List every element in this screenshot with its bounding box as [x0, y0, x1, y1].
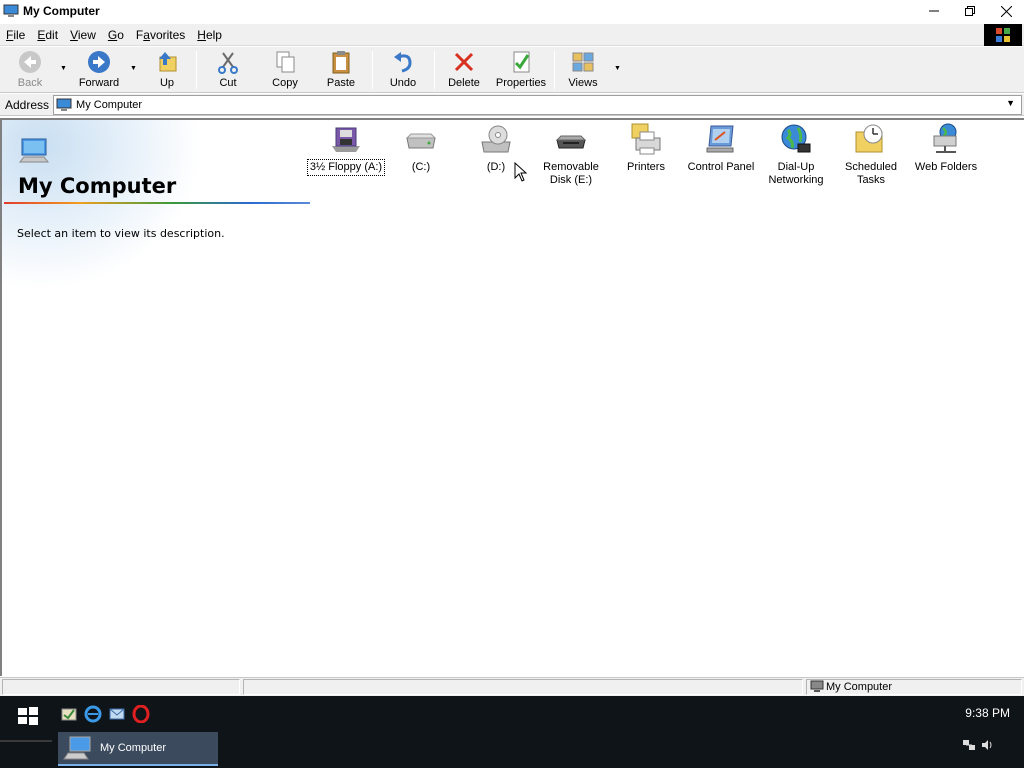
address-label: Address — [5, 97, 50, 112]
back-button[interactable]: Back — [12, 49, 48, 91]
web-view-pane: My Computer Select an item to view its d… — [2, 120, 312, 676]
clipboard-icon — [332, 51, 350, 74]
back-arrow-icon — [19, 51, 41, 73]
item-scheduled-tasks[interactable]: Scheduled Tasks — [832, 122, 910, 188]
copy-icon — [276, 51, 295, 73]
menu-file[interactable]: File — [0, 28, 31, 42]
my-computer-icon — [3, 4, 19, 18]
my-computer-taskbar-icon — [63, 736, 91, 760]
clock[interactable]: 9:38 PM — [965, 706, 1010, 720]
show-desktop-icon[interactable] — [60, 705, 78, 723]
title-bar: My Computer — [0, 0, 1024, 22]
scheduled-tasks-icon — [855, 124, 883, 153]
removable-disk-icon — [555, 135, 587, 149]
address-dropdown-icon[interactable]: ▼ — [1006, 98, 1015, 108]
undo-button[interactable]: Undo — [384, 49, 422, 91]
start-button[interactable] — [16, 704, 40, 728]
status-bar: My Computer — [0, 677, 1024, 696]
control-panel-icon — [706, 125, 734, 153]
quick-launch — [60, 705, 150, 723]
folder-view: My Computer Select an item to view its d… — [0, 118, 1024, 676]
views-dropdown-icon[interactable]: ▼ — [614, 65, 621, 72]
menu-favorites[interactable]: Favorites — [130, 28, 191, 42]
my-computer-large-icon — [18, 138, 50, 163]
internet-explorer-icon[interactable] — [84, 705, 102, 723]
views-button[interactable]: Views — [564, 49, 602, 91]
menu-edit[interactable]: Edit — [31, 28, 64, 42]
properties-icon — [513, 51, 530, 73]
cd-drive-icon — [481, 125, 511, 153]
menu-view[interactable]: View — [64, 28, 102, 42]
delete-button[interactable]: Delete — [444, 49, 484, 91]
forward-button[interactable]: Forward — [76, 49, 122, 91]
opera-browser-icon[interactable] — [132, 705, 150, 723]
item-floppy[interactable]: 3½ Floppy (A:) — [306, 122, 386, 176]
address-value: My Computer — [76, 98, 143, 111]
hard-drive-icon — [405, 133, 437, 149]
windows-throbber — [984, 24, 1022, 46]
close-button[interactable] — [988, 0, 1024, 22]
menu-help[interactable]: Help — [191, 28, 228, 42]
item-removable-disk[interactable]: Removable Disk (E:) — [532, 122, 610, 188]
windows-logo-icon — [996, 28, 1010, 42]
paste-button[interactable]: Paste — [322, 49, 360, 91]
address-field[interactable]: My Computer ▼ — [53, 94, 1022, 115]
restore-button[interactable] — [952, 0, 988, 22]
item-drive-c[interactable]: (C:) — [382, 122, 460, 175]
floppy-drive-icon — [332, 127, 360, 152]
standard-toolbar: Back ▼ Forward ▼ Up Cut Copy Paste Undo … — [0, 47, 1024, 93]
delete-x-icon — [454, 52, 474, 72]
system-tray — [962, 738, 994, 752]
dial-up-networking-icon — [781, 124, 811, 153]
undo-arrow-icon — [394, 52, 412, 73]
taskbar: My Computer 9:38 PM — [0, 696, 1024, 768]
volume-icon[interactable] — [980, 738, 994, 752]
close-icon — [1000, 5, 1012, 17]
cut-button[interactable]: Cut — [210, 49, 246, 91]
copy-button[interactable]: Copy — [266, 49, 304, 91]
status-zone: My Computer — [826, 681, 893, 693]
mouse-cursor-icon — [514, 162, 528, 182]
zone-computer-icon — [810, 680, 824, 692]
restore-icon — [965, 6, 975, 16]
pane-title: My Computer — [18, 174, 177, 198]
menu-bar: File Edit View Go Favorites Help — [0, 24, 1024, 46]
back-dropdown-icon[interactable]: ▼ — [60, 65, 67, 72]
up-folder-icon — [159, 52, 177, 72]
item-web-folders[interactable]: Web Folders — [907, 122, 985, 175]
network-icon[interactable] — [962, 738, 976, 752]
menu-go[interactable]: Go — [102, 28, 130, 42]
views-icon — [572, 52, 594, 72]
forward-arrow-icon — [88, 51, 110, 73]
printers-folder-icon — [631, 123, 661, 155]
pane-description: Select an item to view its description. — [17, 227, 225, 240]
address-bar: Address My Computer ▼ — [0, 94, 1024, 116]
my-computer-small-icon — [56, 98, 72, 111]
properties-button[interactable]: Properties — [494, 49, 548, 91]
outlook-express-icon[interactable] — [108, 705, 126, 723]
scissors-icon — [218, 52, 238, 74]
web-folders-icon — [933, 123, 957, 153]
up-button[interactable]: Up — [150, 49, 184, 91]
divider — [4, 202, 310, 204]
item-control-panel[interactable]: Control Panel — [682, 122, 760, 175]
minimize-icon — [929, 10, 939, 12]
window-title: My Computer — [23, 4, 100, 18]
minimize-button[interactable] — [916, 0, 952, 22]
item-printers[interactable]: Printers — [607, 122, 685, 175]
forward-dropdown-icon[interactable]: ▼ — [130, 65, 137, 72]
taskbar-item-my-computer[interactable]: My Computer — [58, 732, 218, 766]
item-dial-up-networking[interactable]: Dial-Up Networking — [757, 122, 835, 188]
